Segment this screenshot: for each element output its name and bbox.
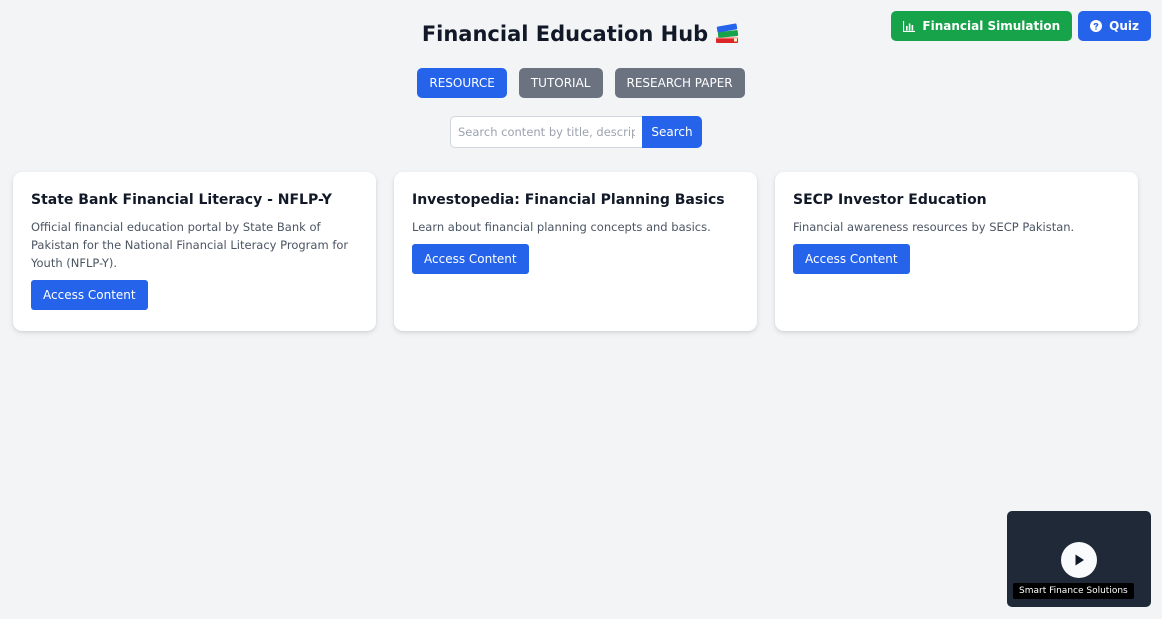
card-title: Investopedia: Financial Planning Basics	[412, 192, 725, 208]
video-widget[interactable]: Smart Finance Solutions	[1007, 511, 1151, 607]
video-caption: Smart Finance Solutions	[1013, 583, 1134, 599]
resource-card: Investopedia: Financial Planning Basics …	[394, 172, 757, 331]
card-title: SECP Investor Education	[793, 192, 987, 208]
card-description: Official financial education portal by S…	[31, 220, 349, 270]
search-bar: Search	[450, 116, 702, 148]
books-icon	[714, 22, 740, 46]
access-content-button[interactable]: Access Content	[793, 244, 910, 274]
access-content-button[interactable]: Access Content	[31, 280, 148, 310]
search-input[interactable]	[450, 116, 642, 148]
card-title: State Bank Financial Literacy - NFLP-Y	[31, 192, 332, 208]
resource-cards: State Bank Financial Literacy - NFLP-Y O…	[13, 172, 1138, 331]
page-title: Financial Education Hub	[0, 22, 1162, 46]
play-icon[interactable]	[1061, 542, 1097, 578]
tab-research-paper[interactable]: RESEARCH PAPER	[614, 68, 745, 98]
card-description: Financial awareness resources by SECP Pa…	[793, 220, 1075, 234]
tab-tutorial[interactable]: TUTORIAL	[518, 68, 603, 98]
tab-resource[interactable]: RESOURCE	[417, 68, 507, 98]
page-title-text: Financial Education Hub	[421, 22, 709, 46]
card-description: Learn about financial planning concepts …	[412, 220, 711, 234]
search-button[interactable]: Search	[642, 116, 702, 148]
page: Financial Simulation Quiz Financial Educ…	[0, 0, 1162, 619]
content-type-tabs: RESOURCE TUTORIAL RESEARCH PAPER	[0, 68, 1162, 98]
resource-card: State Bank Financial Literacy - NFLP-Y O…	[13, 172, 376, 331]
access-content-button[interactable]: Access Content	[412, 244, 529, 274]
resource-card: SECP Investor Education Financial awaren…	[775, 172, 1138, 331]
